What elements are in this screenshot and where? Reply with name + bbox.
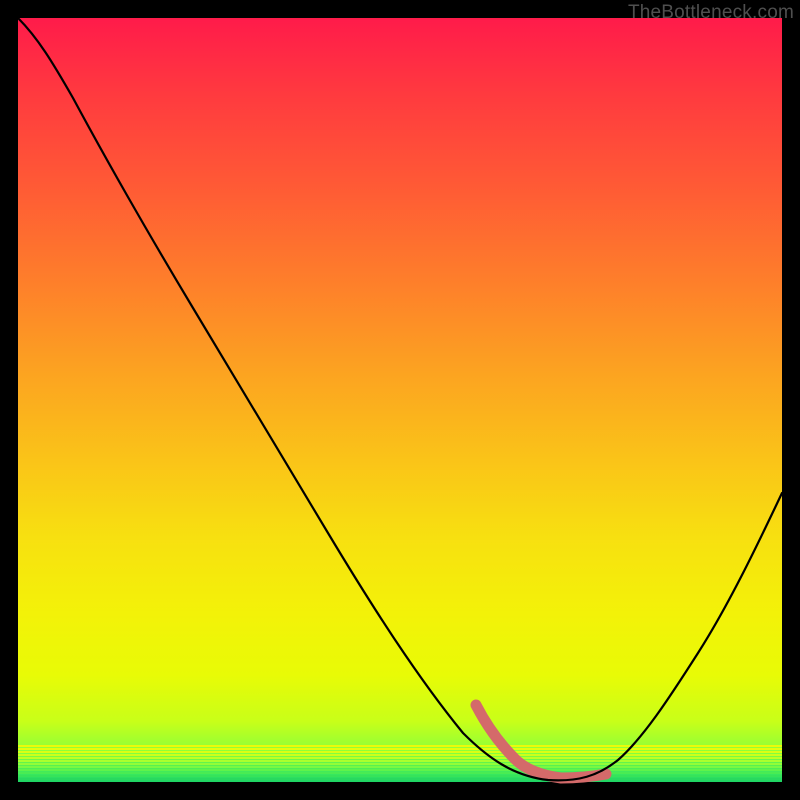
plot-area — [18, 18, 782, 782]
bottleneck-curve — [18, 18, 782, 780]
watermark-text: TheBottleneck.com — [628, 2, 794, 24]
minimum-highlight — [476, 705, 606, 778]
chart-frame: TheBottleneck.com — [0, 0, 800, 800]
chart-svg — [18, 18, 782, 782]
